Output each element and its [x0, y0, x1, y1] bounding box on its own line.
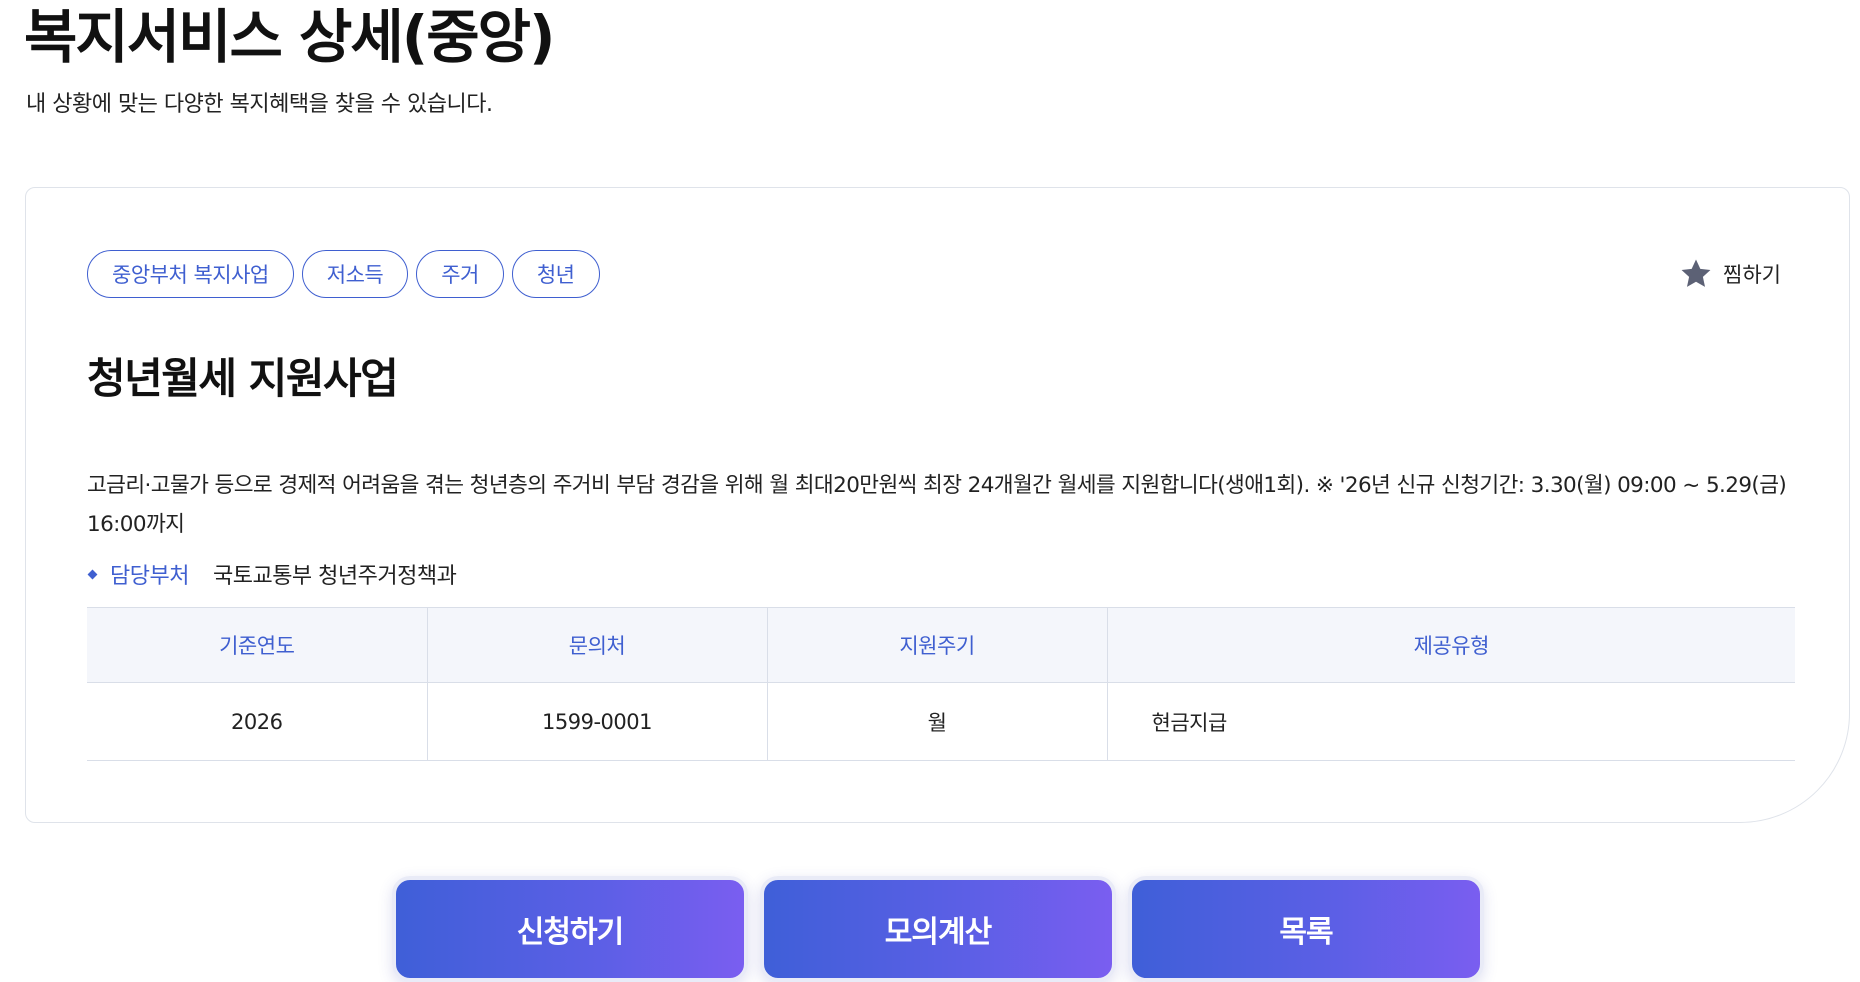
cell-contact: 1599-0001 [426, 682, 767, 761]
cell-support-cycle: 월 [766, 682, 1107, 761]
header-provision-type: 제공유형 [1106, 607, 1795, 683]
table-header-row: 기준연도 문의처 지원주기 제공유형 [87, 607, 1795, 683]
bullet-diamond-icon [87, 569, 98, 579]
bookmark-button[interactable]: 찜하기 [1679, 250, 1781, 298]
tag-central-ministry[interactable]: 중앙부처 복지사업 [87, 250, 294, 298]
header-base-year: 기준연도 [87, 607, 427, 683]
tag-housing[interactable]: 주거 [416, 250, 504, 298]
service-title: 청년월세 지원사업 [87, 354, 399, 403]
page-title: 복지서비스 상세(중앙) [24, 3, 555, 71]
action-buttons: 신청하기 모의계산 목록 [392, 876, 1484, 982]
department-row: 담당부처 국토교통부 청년주거정책과 [87, 554, 457, 594]
service-description: 고금리·고물가 등으로 경제적 어려움을 겪는 청년층의 주거비 부담 경감을 … [87, 473, 1787, 537]
table-row: 2026 1599-0001 월 현금지급 [87, 682, 1795, 761]
service-detail-card: 중앙부처 복지사업 저소득 주거 청년 찜하기 청년월세 지원사업 고금리·고물… [25, 187, 1850, 823]
service-info-table: 기준연도 문의처 지원주기 제공유형 2026 1599-0001 월 현금지급 [87, 607, 1795, 761]
cell-provision-type: 현금지급 [1106, 682, 1795, 761]
header-contact: 문의처 [426, 607, 767, 683]
bookmark-label: 찜하기 [1723, 263, 1781, 287]
apply-button[interactable]: 신청하기 [392, 876, 748, 982]
tag-youth[interactable]: 청년 [511, 250, 600, 298]
tag-list: 중앙부처 복지사업 저소득 주거 청년 [87, 250, 600, 298]
tag-low-income[interactable]: 저소득 [301, 250, 409, 298]
simulate-button[interactable]: 모의계산 [760, 876, 1116, 982]
department-value: 국토교통부 청년주거정책과 [212, 564, 457, 589]
department-label: 담당부처 [110, 564, 189, 589]
page-subtitle: 내 상황에 맞는 다양한 복지혜택을 찾을 수 있습니다. [26, 92, 493, 117]
list-button[interactable]: 목록 [1128, 876, 1484, 982]
cell-base-year: 2026 [87, 682, 427, 761]
header-support-cycle: 지원주기 [766, 607, 1107, 683]
star-icon [1679, 257, 1713, 291]
